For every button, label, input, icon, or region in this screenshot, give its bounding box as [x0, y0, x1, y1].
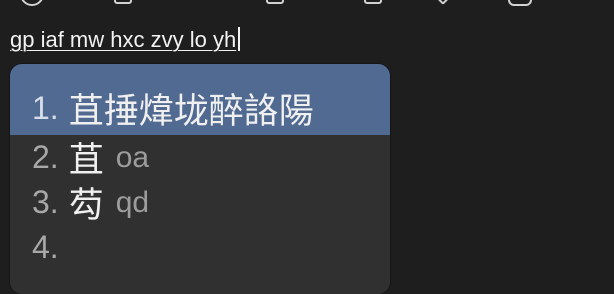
candidate-roman: qd	[115, 185, 150, 219]
candidate-text: 芶	[68, 186, 104, 226]
candidate-index: 3.	[32, 184, 59, 220]
text-caret	[238, 27, 241, 51]
candidate-text: 苴	[68, 141, 104, 181]
ime-candidate-window: 1. 苴捶煒垅醉詻陽 2. 苴 oa 3. 芶 qd 4.	[10, 64, 390, 294]
candidate-text: 苴捶煒垅醉詻陽	[68, 92, 314, 132]
toolbar-rounded-square-icon[interactable]	[508, 0, 532, 6]
toolbar-square-icon[interactable]	[266, 0, 284, 4]
candidate-index: 1.	[32, 90, 59, 126]
candidate-item-3[interactable]: 3. 芶 qd	[10, 180, 390, 226]
editor-text-line[interactable]: gp iaf mw hxc zvy lo yh	[10, 26, 241, 54]
toolbar-diamond-icon[interactable]	[433, 0, 453, 5]
candidate-index: 4.	[32, 229, 59, 265]
candidate-item-2[interactable]: 2. 苴 oa	[10, 135, 390, 181]
candidate-list: 1. 苴捶煒垅醉詻陽 2. 苴 oa 3. 芶 qd 4.	[10, 64, 390, 270]
toolbar-circle-icon[interactable]	[20, 0, 44, 6]
candidate-item-1[interactable]: 1. 苴捶煒垅醉詻陽	[10, 64, 390, 135]
toolbar-square-icon[interactable]	[114, 0, 132, 4]
toolbar-square-icon[interactable]	[364, 0, 382, 4]
composition-text: gp iaf mw hxc zvy lo yh	[10, 27, 237, 52]
candidate-item-4[interactable]: 4.	[10, 225, 390, 270]
top-toolbar	[0, 0, 614, 6]
candidate-index: 2.	[32, 139, 59, 175]
candidate-roman: oa	[115, 140, 150, 174]
